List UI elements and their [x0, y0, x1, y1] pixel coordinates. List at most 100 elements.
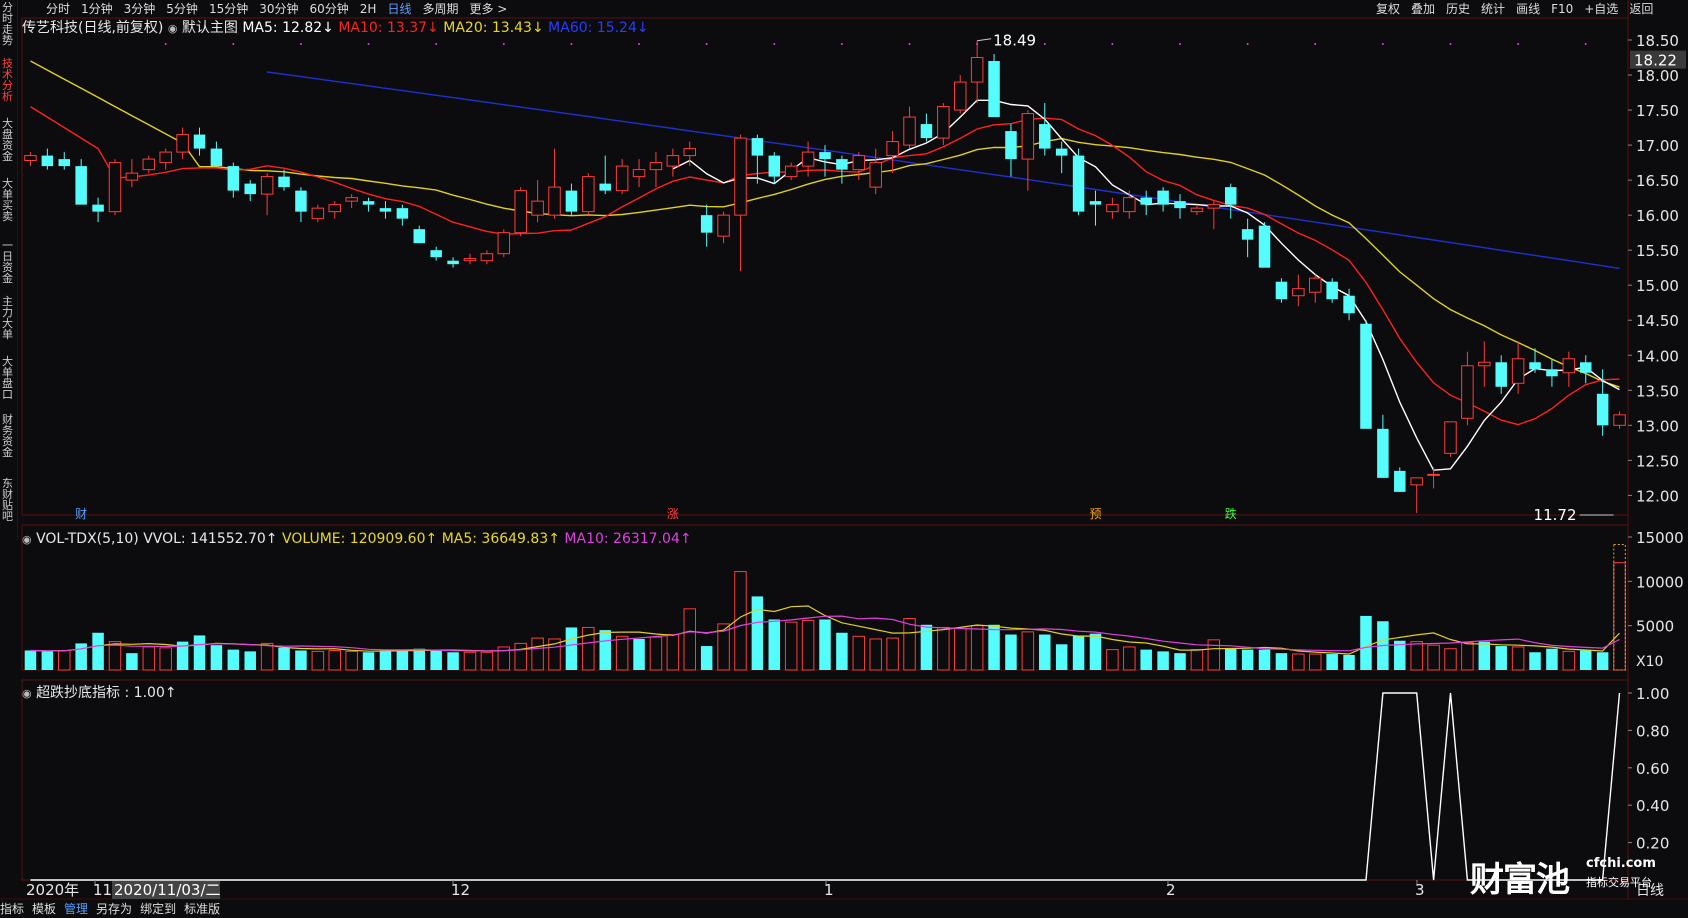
candle-body — [1207, 204, 1221, 209]
x-tick-label: 2 — [1166, 881, 1176, 899]
collapse-icon[interactable]: ◉ — [22, 687, 32, 700]
period-tab-6[interactable]: 60分钟 — [310, 2, 349, 16]
volume-bar — [514, 642, 527, 671]
left-tab-6[interactable]: 大单盘口 — [2, 356, 15, 400]
bottom-button-3[interactable]: 另存为 — [96, 902, 132, 916]
volume-bar — [311, 650, 325, 671]
top-dot-mark — [1584, 43, 1587, 45]
period-tab-3[interactable]: 5分钟 — [166, 2, 198, 16]
x-year-label: 2020年 — [26, 881, 79, 899]
template-name[interactable]: 默认主图 — [182, 20, 238, 36]
candle-body — [632, 169, 646, 178]
y-tick-label: 14.50 — [1636, 312, 1679, 330]
candle-body — [1546, 369, 1558, 377]
toolbar-button-4[interactable]: 画线 — [1516, 2, 1540, 16]
left-tab-4[interactable]: 一日资金 — [2, 240, 15, 284]
candle-body — [649, 162, 663, 171]
bottom-button-4[interactable]: 绑定到 — [140, 902, 176, 916]
period-tab-7[interactable]: 2H — [360, 2, 377, 16]
volume-bar — [1055, 644, 1068, 670]
template-icon[interactable]: ◉ — [168, 22, 178, 35]
period-tab-0[interactable]: 分时 — [46, 2, 70, 16]
volume-bar — [1258, 649, 1271, 670]
toolbar-button-2[interactable]: 历史 — [1446, 2, 1470, 16]
x-tick-label: 1 — [824, 881, 834, 899]
indicator-name[interactable]: 超跌抄底指标 : 1.00↑ — [36, 685, 177, 701]
toolbar-button-5[interactable]: F10 — [1551, 2, 1573, 16]
y-tick-label: 15.00 — [1636, 277, 1679, 295]
y-tick-label: 14.00 — [1636, 347, 1679, 365]
bottom-button-0[interactable]: 指标 — [0, 902, 24, 916]
top-dot-mark — [638, 43, 641, 45]
candle-body — [362, 201, 375, 205]
chart-canvas[interactable]: 12.00 12.50 13.00 13.50 14.00 14.50 15.00 15.50… — [0, 0, 1688, 918]
toolbar-button-0[interactable]: 复权 — [1376, 2, 1400, 16]
vol-y-tick-label: 10000 — [1636, 573, 1684, 591]
vol-volume: VOLUME: 120909.60↑ — [282, 531, 438, 547]
period-tab-1[interactable]: 1分钟 — [81, 2, 113, 16]
left-tab-5[interactable]: 主力大单 — [2, 296, 15, 340]
candle-body — [463, 258, 477, 262]
candle-body — [92, 204, 104, 212]
collapse-icon[interactable]: ◉ — [22, 533, 32, 546]
candle-body — [75, 166, 87, 205]
left-tab-3[interactable]: 大单买卖 — [2, 178, 15, 222]
volume-bar — [295, 650, 307, 670]
toolbar-button-6[interactable]: +自选 — [1584, 2, 1618, 16]
period-tab-10[interactable]: 更多 > — [469, 2, 507, 16]
volume-bar — [970, 625, 984, 671]
toolbar-button-3[interactable]: 统计 — [1481, 2, 1505, 16]
left-tab-7[interactable]: 财务资金 — [2, 414, 15, 458]
event-tag: 涨 — [667, 506, 679, 521]
left-tab-1[interactable]: 技术分析 — [2, 58, 15, 102]
volume-bar — [1021, 631, 1035, 671]
volume-bar — [1579, 650, 1592, 670]
volume-bar — [819, 619, 831, 670]
vol-name[interactable]: VOL-TDX(5,10) VVOL: 141552.70↑ — [36, 531, 277, 547]
volume-bar — [413, 648, 426, 670]
volume-bar — [1224, 648, 1237, 670]
left-tab-2[interactable]: 大盘资金 — [2, 118, 15, 162]
toolbar-button-7[interactable]: 返回 — [1629, 2, 1653, 16]
stock-name[interactable]: 传艺科技(日线,前复权) — [22, 20, 163, 36]
candle-body — [683, 148, 697, 157]
volume-bar — [599, 630, 611, 670]
volume-bar — [1546, 648, 1558, 670]
ma60-legend: MA60: 15.24↓ — [548, 20, 649, 36]
candle-body — [159, 151, 172, 164]
volume-bar — [193, 635, 206, 670]
period-tab-5[interactable]: 30分钟 — [259, 2, 298, 16]
period-tab-9[interactable]: 多周期 — [422, 2, 458, 16]
candle-body — [1613, 414, 1626, 426]
bottom-button-1[interactable]: 模板 — [32, 902, 56, 916]
crosshair-date-label: 2020/11/03/二 — [114, 881, 221, 899]
toolbar-button-1[interactable]: 叠加 — [1411, 2, 1435, 16]
volume-bars — [24, 543, 1626, 671]
volume-bar — [869, 638, 882, 671]
left-tab-8[interactable]: 东财贴吧 — [2, 478, 15, 522]
candle-body — [1529, 362, 1541, 370]
period-tab-2[interactable]: 3分钟 — [124, 2, 156, 16]
y-tick-label: 17.50 — [1636, 102, 1679, 120]
top-dot-mark — [976, 43, 979, 45]
volume-bar — [1005, 634, 1017, 670]
bottom-button-5[interactable]: 标准版 — [184, 902, 220, 916]
period-tab-4[interactable]: 15分钟 — [209, 2, 248, 16]
volume-bar — [836, 632, 848, 670]
candle-body — [1478, 361, 1491, 367]
left-tab-0[interactable]: 分时走势 — [2, 2, 15, 46]
volume-bar — [751, 596, 764, 670]
top-dot-mark — [773, 43, 776, 45]
bottom-button-2[interactable]: 管理 — [64, 902, 88, 916]
candle-body — [210, 148, 223, 167]
candle-body — [970, 57, 984, 83]
period-tab-8[interactable]: 日线 — [387, 2, 411, 16]
top-dot-mark — [908, 43, 911, 45]
candle-body — [1021, 113, 1035, 160]
volume-bar — [633, 638, 645, 670]
candle-body — [903, 116, 916, 146]
candle-body — [1579, 362, 1592, 373]
vol-y-tick-label: 5000 — [1636, 618, 1674, 636]
ma20-line — [30, 60, 1620, 388]
event-tag: 财 — [75, 507, 87, 521]
